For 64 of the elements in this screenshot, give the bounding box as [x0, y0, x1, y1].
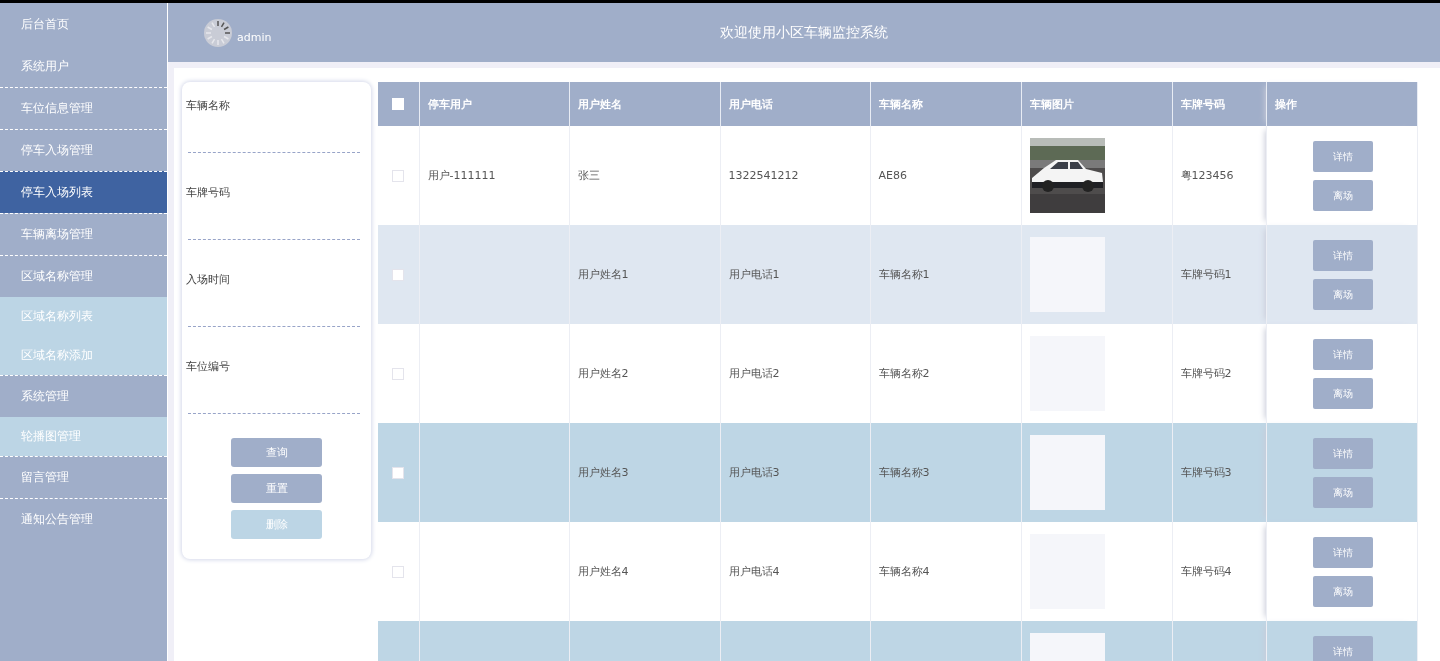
sidebar-item[interactable]: 后台首页: [0, 3, 167, 45]
column-header: 用户电话: [720, 82, 870, 126]
row-checkbox[interactable]: [392, 268, 405, 281]
field-label: 车辆名称: [186, 98, 230, 113]
row-action-button[interactable]: 详情: [1312, 438, 1373, 469]
table-cell: 张三: [577, 169, 600, 182]
table-cell: 用户电话4: [728, 565, 780, 578]
column-header: 操作: [1266, 82, 1417, 126]
row-action-button[interactable]: 详情: [1312, 537, 1373, 568]
select-all-checkbox[interactable]: [392, 98, 405, 110]
row-action-button[interactable]: 详情: [1312, 636, 1373, 661]
sidebar-item[interactable]: 区域名称列表: [0, 297, 167, 336]
table-cell: 车辆名称3: [878, 466, 930, 479]
table-cell: 用户电话1: [728, 268, 780, 281]
row-action-button[interactable]: 详情: [1312, 141, 1373, 172]
user-name: admin: [237, 31, 272, 44]
table-cell: 车牌号码1: [1180, 268, 1232, 281]
row-action-button[interactable]: 离场: [1312, 279, 1373, 310]
table-cell: 车牌号码2: [1180, 367, 1232, 380]
table-cell: AE86: [878, 169, 907, 182]
sidebar-item[interactable]: 区域名称添加: [0, 336, 167, 375]
column-header: 车辆图片: [1021, 82, 1172, 126]
row-action-button[interactable]: 离场: [1312, 378, 1373, 409]
table-cell: 用户电话2: [728, 367, 780, 380]
table-cell: 车牌号码4: [1180, 565, 1232, 578]
row-action-button[interactable]: 离场: [1312, 576, 1373, 607]
column-header: 车牌号码: [1172, 82, 1266, 126]
row-action-button[interactable]: 离场: [1312, 477, 1373, 508]
loading-icon: [203, 17, 233, 48]
table-cell: 1322541212: [728, 169, 799, 182]
row-action-button[interactable]: 详情: [1312, 240, 1373, 271]
table-cell: 粤123456: [1180, 169, 1234, 182]
field-label: 车牌号码: [186, 185, 230, 200]
row-action-button[interactable]: 详情: [1312, 339, 1373, 370]
column-header: 车辆名称: [870, 82, 1021, 126]
sidebar-item[interactable]: 轮播图管理: [0, 417, 167, 456]
page-title: 欢迎使用小区车辆监控系统: [720, 23, 888, 40]
table-cell: 用户姓名1: [577, 268, 629, 281]
row-checkbox[interactable]: [392, 466, 405, 479]
column-header: 停车用户: [419, 82, 569, 126]
table-cell: 车辆名称1: [878, 268, 930, 281]
table-cell: 车辆名称4: [878, 565, 930, 578]
table-cell: 用户姓名2: [577, 367, 629, 380]
sidebar-item[interactable]: 车位信息管理: [0, 87, 167, 129]
column-header: 用户姓名: [569, 82, 720, 126]
action-button[interactable]: 查询: [231, 438, 322, 467]
table-cell: 用户姓名4: [577, 565, 629, 578]
table-cell: 车辆名称2: [878, 367, 930, 380]
table-cell: 用户姓名3: [577, 466, 629, 479]
row-checkbox[interactable]: [392, 565, 405, 578]
row-checkbox[interactable]: [392, 169, 405, 182]
field-label: 入场时间: [186, 272, 230, 287]
table-cell: 车牌号码3: [1180, 466, 1232, 479]
row-checkbox[interactable]: [392, 367, 405, 380]
table-cell: 用户-111111: [427, 169, 496, 182]
sidebar-item[interactable]: 停车入场列表: [0, 171, 167, 213]
sidebar-item[interactable]: 留言管理: [0, 456, 167, 498]
row-action-button[interactable]: 离场: [1312, 180, 1373, 211]
sidebar-item[interactable]: 车辆离场管理: [0, 213, 167, 255]
action-button[interactable]: 重置: [231, 474, 322, 503]
sidebar-item[interactable]: 系统用户: [0, 45, 167, 87]
sidebar-item[interactable]: 通知公告管理: [0, 498, 167, 540]
field-label: 车位编号: [186, 359, 230, 374]
table-cell: 用户电话3: [728, 466, 780, 479]
